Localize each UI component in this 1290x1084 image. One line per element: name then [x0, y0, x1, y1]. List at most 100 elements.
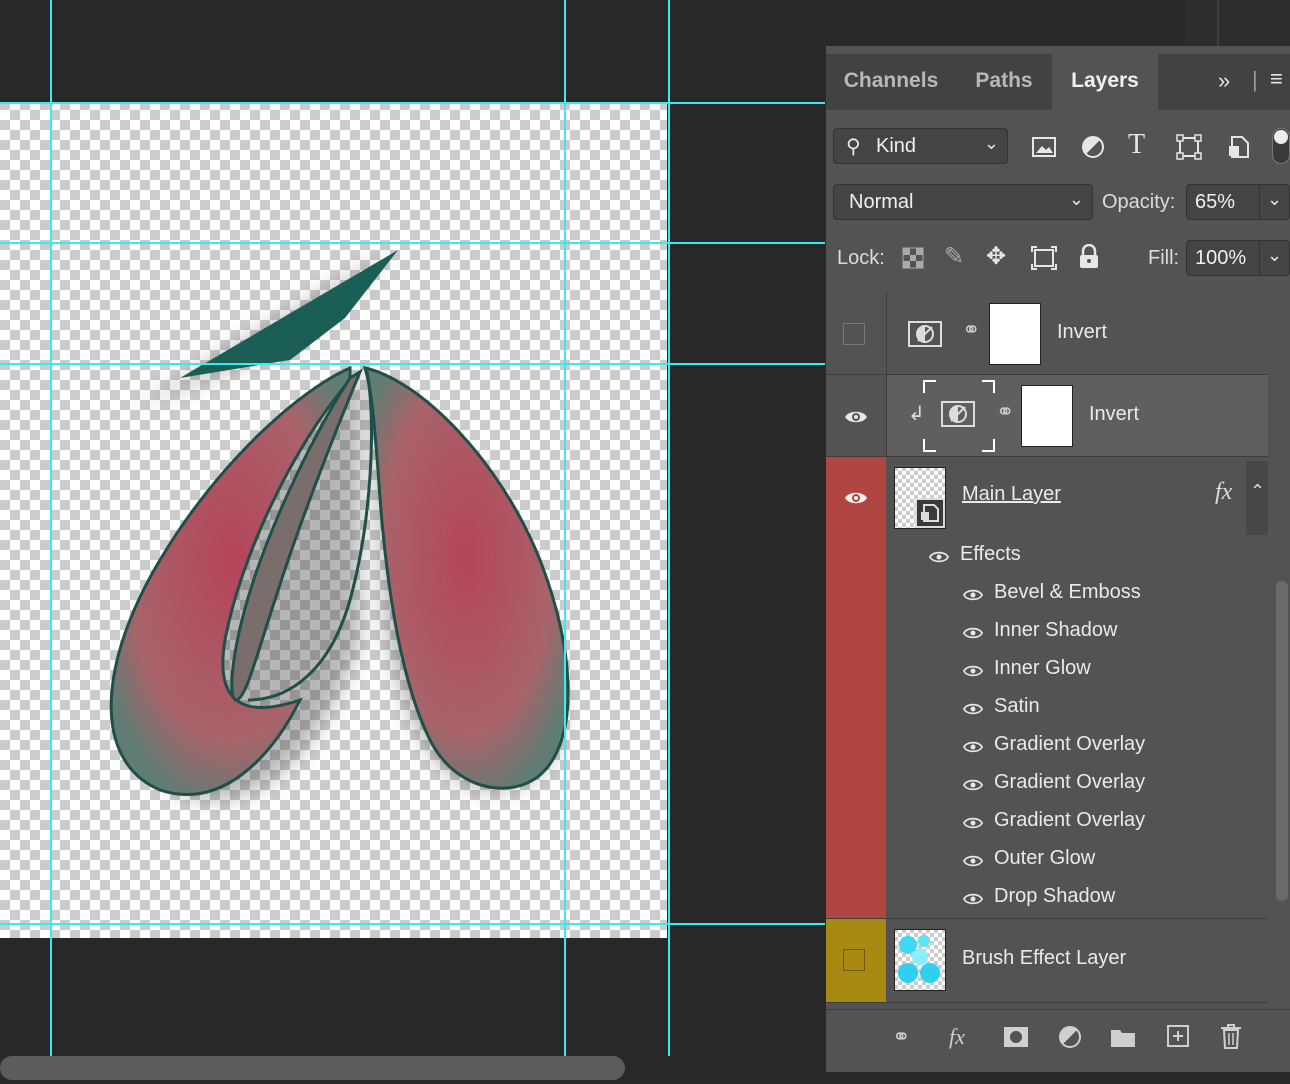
- opacity-field[interactable]: 65% ⌄: [1186, 184, 1290, 220]
- new-adjustment-layer-icon[interactable]: [1058, 1025, 1084, 1051]
- layers-panel-footer: ⚭ fx: [826, 1009, 1290, 1072]
- adjustment-icon[interactable]: [1080, 134, 1106, 160]
- hamburger-menu-icon[interactable]: ≡: [1270, 66, 1283, 92]
- visibility-off-box: [843, 949, 865, 971]
- effects-label: Effects: [960, 543, 1021, 565]
- chevron-down-icon: ⌄: [1068, 189, 1084, 209]
- lock-label: Lock:: [837, 247, 885, 269]
- smart-object-icon[interactable]: [1226, 134, 1252, 160]
- new-group-icon[interactable]: [1110, 1026, 1136, 1048]
- effect-name: Satin: [994, 695, 1040, 717]
- panel-tabs: Channels Paths Layers » | ≡: [826, 54, 1290, 110]
- adjustment-layer-icon: [908, 321, 942, 347]
- link-layers-icon[interactable]: ⚭: [892, 1024, 910, 1050]
- chevron-down-icon[interactable]: ⌄: [1267, 189, 1282, 210]
- visibility-toggle[interactable]: [826, 919, 886, 1002]
- blend-mode-value: Normal: [849, 191, 914, 213]
- layer-list-scrollbar-track[interactable]: [1271, 291, 1290, 1005]
- effect-name: Bevel & Emboss: [994, 581, 1141, 603]
- layer-thumbnail[interactable]: [894, 929, 946, 991]
- effect-bevel-emboss[interactable]: Bevel & Emboss: [960, 575, 1260, 613]
- eye-icon[interactable]: [960, 889, 986, 909]
- layer-row-brush-effect[interactable]: Brush Effect Layer: [826, 919, 1268, 1003]
- layer-list[interactable]: ⚭ Invert ↲ ⚭ Invert Main Layer fx ⌃ Effe…: [826, 291, 1271, 1005]
- effect-name: Inner Glow: [994, 657, 1091, 679]
- layer-mask-thumbnail[interactable]: [989, 303, 1041, 365]
- chain-link-icon[interactable]: ⚭: [962, 317, 980, 343]
- layer-name[interactable]: Invert: [1057, 321, 1107, 344]
- layer-name[interactable]: Main Layer: [962, 483, 1061, 506]
- double-chevron-right-icon[interactable]: »: [1218, 68, 1230, 94]
- layers-panel: Channels Paths Layers » | ≡ ⚲ Kind ⌄ T N…: [825, 46, 1290, 1072]
- lock-position-icon[interactable]: ✥: [986, 242, 1006, 271]
- layer-list-scrollbar-thumb[interactable]: [1276, 581, 1288, 901]
- eye-icon[interactable]: [960, 775, 986, 795]
- eye-icon[interactable]: [960, 851, 986, 871]
- image-icon[interactable]: [1031, 134, 1057, 160]
- fill-label: Fill:: [1148, 247, 1180, 269]
- visibility-toggle[interactable]: [826, 457, 886, 918]
- eye-icon: [845, 492, 867, 504]
- chain-link-icon[interactable]: ⚭: [996, 399, 1014, 425]
- eye-icon[interactable]: [960, 699, 986, 719]
- effect-gradient-overlay-1[interactable]: Gradient Overlay: [960, 727, 1260, 765]
- layer-thumbnail[interactable]: [894, 467, 946, 529]
- type-icon[interactable]: T: [1128, 129, 1145, 161]
- visibility-toggle[interactable]: [826, 291, 887, 374]
- blend-mode-select[interactable]: Normal ⌄: [833, 184, 1093, 220]
- horizontal-scrollbar[interactable]: [0, 1056, 625, 1080]
- tab-paths[interactable]: Paths: [956, 54, 1052, 110]
- visibility-toggle[interactable]: [826, 375, 887, 456]
- opacity-value: 65%: [1195, 191, 1236, 213]
- lock-all-icon[interactable]: [1078, 244, 1100, 270]
- new-layer-icon[interactable]: [1166, 1024, 1190, 1048]
- layer-row-invert-1[interactable]: ⚭ Invert: [826, 291, 1268, 375]
- eye-icon: [845, 411, 867, 423]
- lock-image-pixels-icon[interactable]: ✎: [944, 242, 964, 271]
- filter-toggle[interactable]: [1272, 128, 1290, 164]
- effect-gradient-overlay-3[interactable]: Gradient Overlay: [960, 803, 1260, 841]
- eye-icon[interactable]: [960, 585, 986, 605]
- visibility-off-box: [843, 323, 865, 345]
- filter-kind-label: Kind: [876, 135, 917, 157]
- effect-inner-glow[interactable]: Inner Glow: [960, 651, 1260, 689]
- effect-satin[interactable]: Satin: [960, 689, 1260, 727]
- shape-icon[interactable]: [1176, 134, 1202, 160]
- fx-icon[interactable]: fx: [1215, 479, 1232, 506]
- effects-header[interactable]: Effects: [926, 537, 1226, 575]
- eye-icon[interactable]: [926, 547, 952, 567]
- layer-name[interactable]: Invert: [1089, 403, 1139, 426]
- layer-row-invert-2[interactable]: ↲ ⚭ Invert: [826, 375, 1268, 457]
- effect-name: Gradient Overlay: [994, 809, 1146, 831]
- filter-kind-select[interactable]: ⚲ Kind ⌄: [833, 128, 1008, 164]
- chevron-up-icon[interactable]: ⌃: [1250, 481, 1265, 502]
- tab-channels[interactable]: Channels: [826, 54, 956, 110]
- fill-value: 100%: [1195, 247, 1247, 269]
- eye-icon[interactable]: [960, 661, 986, 681]
- effect-inner-shadow[interactable]: Inner Shadow: [960, 613, 1260, 651]
- adjustment-layer-icon: [941, 401, 975, 427]
- effect-gradient-overlay-2[interactable]: Gradient Overlay: [960, 765, 1260, 803]
- opacity-label: Opacity:: [1102, 191, 1176, 213]
- eye-icon[interactable]: [960, 623, 986, 643]
- fill-field[interactable]: 100% ⌄: [1186, 240, 1290, 276]
- effect-outer-glow[interactable]: Outer Glow: [960, 841, 1260, 879]
- lock-transparent-pixels-icon[interactable]: [902, 247, 924, 269]
- layer-row-main-layer[interactable]: Main Layer fx ⌃ ⌃ Effects Bevel & Emboss…: [826, 457, 1268, 919]
- layer-name[interactable]: Brush Effect Layer: [962, 947, 1126, 970]
- effect-name: Outer Glow: [994, 847, 1096, 869]
- divider: |: [1252, 67, 1258, 92]
- eye-icon[interactable]: [960, 813, 986, 833]
- layer-mask-thumbnail[interactable]: [1021, 385, 1073, 447]
- add-layer-style-icon[interactable]: fx: [949, 1024, 965, 1050]
- chevron-down-icon: ⌄: [983, 133, 999, 153]
- effect-drop-shadow[interactable]: Drop Shadow: [960, 879, 1260, 917]
- add-mask-icon[interactable]: [1003, 1026, 1029, 1048]
- eye-icon[interactable]: [960, 737, 986, 757]
- lock-artboard-icon[interactable]: [1031, 246, 1057, 270]
- tab-layers[interactable]: Layers: [1052, 54, 1158, 110]
- effect-name: Gradient Overlay: [994, 733, 1146, 755]
- chevron-down-icon[interactable]: ⌄: [1267, 245, 1282, 266]
- delete-layer-icon[interactable]: [1220, 1023, 1242, 1049]
- effect-name: Gradient Overlay: [994, 771, 1146, 793]
